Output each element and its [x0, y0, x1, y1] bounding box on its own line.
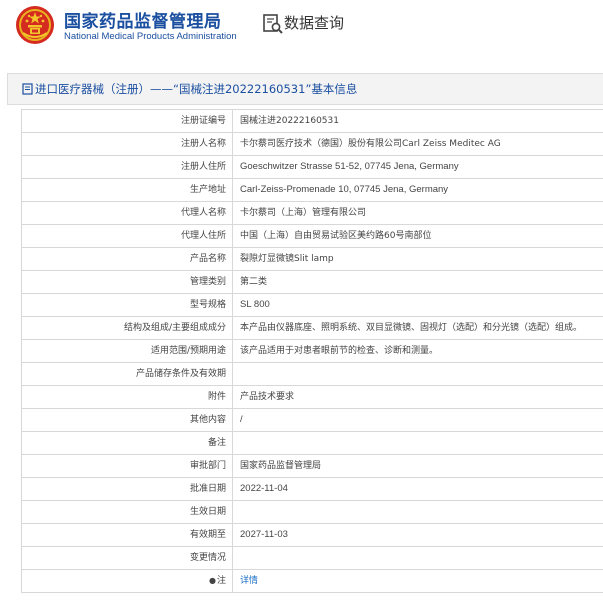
detail-table: 注册证编号 国械注进20222160531 注册人名称 卡尔蔡司医疗技术（德国）股份有… [21, 109, 603, 593]
field-value: 2027-11-03 [232, 523, 603, 547]
field-value: Goeschwitzer Strasse 51-52, 07745 Jena, … [232, 155, 603, 179]
field-label: 代理人住所 [21, 224, 233, 248]
field-value: 中国（上海）自由贸易试验区美约路60号南部位 [232, 224, 603, 248]
table-row: 注册证编号 国械注进20222160531 [21, 109, 603, 133]
field-label: 型号规格 [21, 293, 233, 317]
field-label: 生产地址 [21, 178, 233, 202]
table-row: 注册人住所 Goeschwitzer Strasse 51-52, 07745 J… [21, 155, 603, 179]
table-row-note: ●注 详情 [21, 569, 603, 593]
table-row: 有效期至 2027-11-03 [21, 523, 603, 547]
agency-name-cn: 国家药品监督管理局 [64, 12, 222, 32]
field-label: 适用范围/预期用途 [21, 339, 233, 363]
query-title: 数据查询 [284, 14, 345, 32]
details-link[interactable]: 详情 [240, 576, 258, 586]
table-row: 生产地址 Carl-Zeiss-Promenade 10, 07745 Jena,… [21, 178, 603, 202]
field-label: 变更情况 [21, 546, 233, 570]
document-icon [22, 83, 33, 95]
record-title-bar: 进口医疗器械（注册）——“国械注进20222160531”基本信息 [7, 73, 603, 105]
field-label: 注册人住所 [21, 155, 233, 179]
field-value [232, 500, 603, 524]
field-label: 注册人名称 [21, 132, 233, 156]
field-label: 有效期至 [21, 523, 233, 547]
field-value: 产品技术要求 [232, 385, 603, 409]
field-label: 管理类别 [21, 270, 233, 294]
agency-name-en: National Medical Products Administration [64, 31, 237, 42]
field-value: 国械注进20222160531 [232, 109, 603, 133]
field-value: 卡尔蔡司医疗技术（德国）股份有限公司Carl Zeiss Meditec AG [232, 132, 603, 156]
table-row: 变更情况 [21, 546, 603, 570]
table-row: 管理类别 第二类 [21, 270, 603, 294]
field-label: 生效日期 [21, 500, 233, 524]
table-row: 附件 产品技术要求 [21, 385, 603, 409]
table-row: 代理人名称 卡尔蔡司（上海）管理有限公司 [21, 201, 603, 225]
table-row: 型号规格 SL 800 [21, 293, 603, 317]
field-value: 卡尔蔡司（上海）管理有限公司 [232, 201, 603, 225]
table-row: 结构及组成/主要组成成分 本产品由仪器底座、照明系统、双目显微镜、固视灯（选配）和… [21, 316, 603, 340]
field-label: 注册证编号 [21, 109, 233, 133]
field-value: 本产品由仪器底座、照明系统、双目显微镜、固视灯（选配）和分光镜（选配）组成。 [232, 316, 603, 340]
table-row: 代理人住所 中国（上海）自由贸易试验区美约路60号南部位 [21, 224, 603, 248]
field-value: 2022-11-04 [232, 477, 603, 501]
field-value: SL 800 [232, 293, 603, 317]
field-label: 代理人名称 [21, 201, 233, 225]
table-row: 注册人名称 卡尔蔡司医疗技术（德国）股份有限公司Carl Zeiss Medite… [21, 132, 603, 156]
field-value: Carl-Zeiss-Promenade 10, 07745 Jena, Ger… [232, 178, 603, 202]
field-label: 结构及组成/主要组成成分 [21, 316, 233, 340]
field-label: 附件 [21, 385, 233, 409]
field-value: 该产品适用于对患者眼前节的检查、诊断和测量。 [232, 339, 603, 363]
table-row: 批准日期 2022-11-04 [21, 477, 603, 501]
table-row: 适用范围/预期用途 该产品适用于对患者眼前节的检查、诊断和测量。 [21, 339, 603, 363]
field-label: 其他内容 [21, 408, 233, 432]
table-row: 产品储存条件及有效期 [21, 362, 603, 386]
national-emblem-icon [16, 6, 54, 44]
field-value: 裂隙灯显微镜Slit lamp [232, 247, 603, 271]
site-header: 国家药品监督管理局 National Medical Products Admi… [0, 0, 603, 58]
search-document-icon [263, 14, 283, 34]
table-row: 备注 [21, 431, 603, 455]
field-value: / [232, 408, 603, 432]
field-value: 第二类 [232, 270, 603, 294]
field-value: 国家药品监督管理局 [232, 454, 603, 478]
field-value [232, 362, 603, 386]
field-label: 备注 [21, 431, 233, 455]
table-row: 其他内容 / [21, 408, 603, 432]
table-row: 审批部门 国家药品监督管理局 [21, 454, 603, 478]
detail-table-container: 注册证编号 国械注进20222160531 注册人名称 卡尔蔡司医疗技术（德国）股份有… [21, 109, 603, 593]
field-label: 批准日期 [21, 477, 233, 501]
table-row: 产品名称 裂隙灯显微镜Slit lamp [21, 247, 603, 271]
field-value [232, 431, 603, 455]
field-value [232, 546, 603, 570]
field-label: 产品储存条件及有效期 [21, 362, 233, 386]
field-label: 审批部门 [21, 454, 233, 478]
table-row: 生效日期 [21, 500, 603, 524]
note-label: ●注 [21, 569, 233, 593]
field-label: 产品名称 [21, 247, 233, 271]
bullet-icon: ● [209, 576, 216, 585]
record-title: 进口医疗器械（注册）——“国械注进20222160531”基本信息 [35, 82, 358, 96]
